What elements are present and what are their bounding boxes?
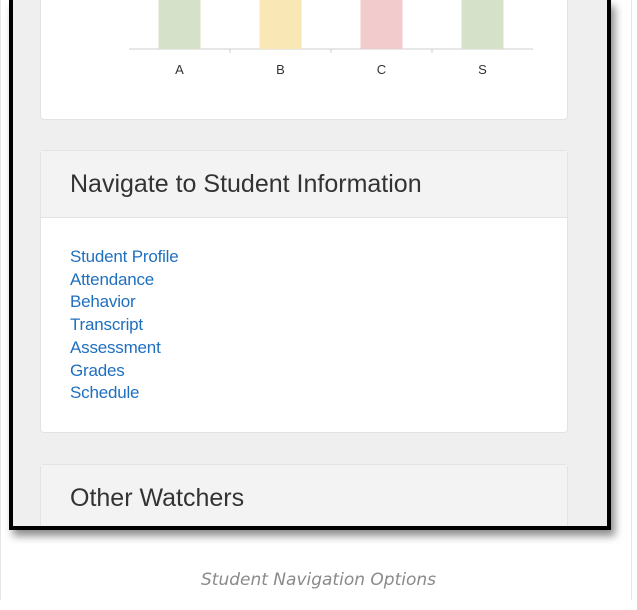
grade-bar-chart: ABCS [129, 0, 533, 77]
nav-card-header: Navigate to Student Information [41, 151, 567, 218]
figure-caption: Student Navigation Options [200, 570, 436, 590]
nav-link-list: Student Profile Attendance Behavior Tran… [41, 218, 567, 405]
bar-b [259, 0, 302, 49]
bar-a [158, 0, 201, 49]
link-behavior[interactable]: Behavior [70, 291, 567, 314]
nav-card-title: Navigate to Student Information [70, 169, 422, 198]
link-transcript[interactable]: Transcript [70, 314, 567, 337]
grade-chart-card: ABCS [40, 0, 568, 120]
link-assessment[interactable]: Assessment [70, 337, 567, 360]
x-tick-label-b: B [276, 62, 285, 77]
watchers-card-title: Other Watchers [70, 483, 245, 512]
screenshot-window: A B C S Navigate to Student Information Stu… [9, 0, 611, 530]
x-tick-label-c: C [377, 62, 386, 77]
bar-s [461, 0, 504, 49]
other-watchers-card: Other Watchers [40, 464, 568, 526]
link-grades[interactable]: Grades [70, 360, 567, 383]
x-tick-label-a: A [175, 62, 184, 77]
link-attendance[interactable]: Attendance [70, 269, 567, 292]
x-tick-label-s: S [478, 62, 487, 77]
navigate-student-info-card: Navigate to Student Information Student … [40, 150, 568, 433]
link-student-profile[interactable]: Student Profile [70, 246, 567, 269]
watchers-card-header: Other Watchers [41, 465, 567, 526]
link-schedule[interactable]: Schedule [70, 382, 567, 405]
bar-c [360, 0, 403, 49]
